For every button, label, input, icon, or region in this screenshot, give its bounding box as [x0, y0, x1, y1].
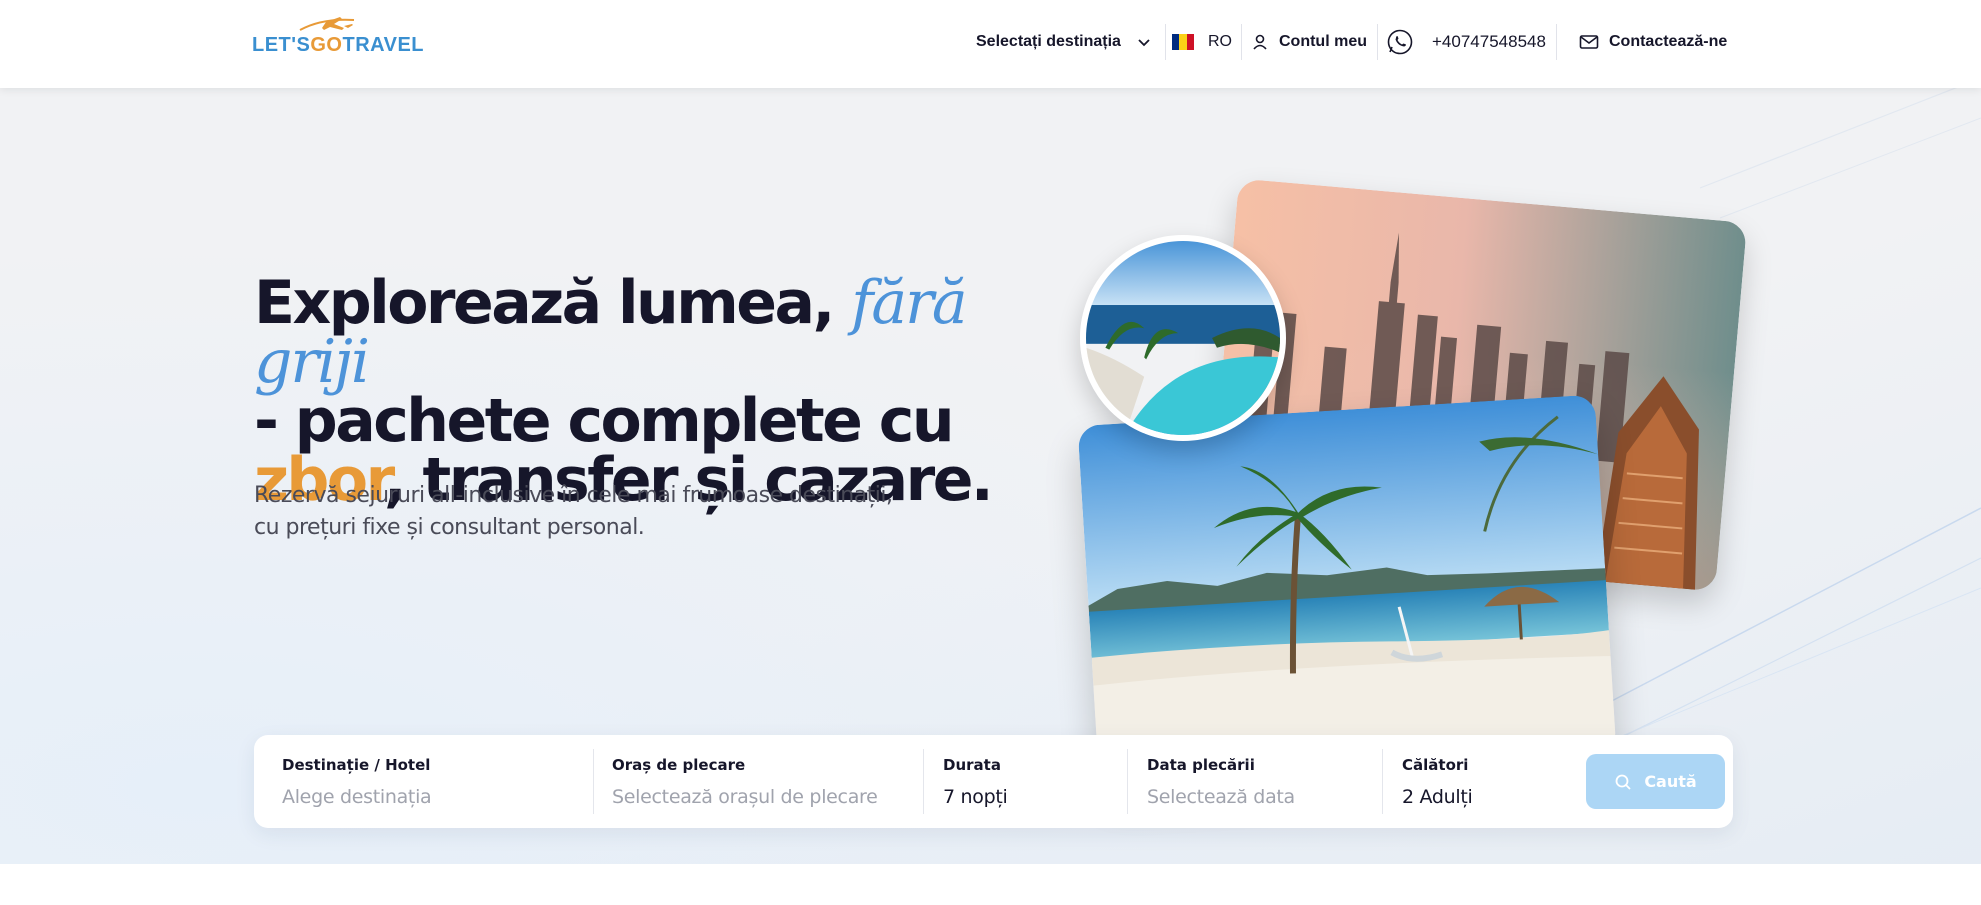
destination-select-label: Selectați destinația [976, 33, 1121, 50]
logo[interactable]: LET'SGOTRAVEL [252, 16, 424, 58]
departure-city-label: Oraș de plecare [612, 756, 746, 774]
divider [593, 749, 594, 814]
contact-label: Contactează-ne [1609, 33, 1728, 50]
departure-city-field[interactable]: Oraș de plecare Selectează orașul de ple… [612, 735, 912, 828]
beach-image [1077, 394, 1617, 786]
logo-text: LET'SGOTRAVEL [252, 34, 425, 56]
divider [1127, 749, 1128, 814]
chevron-down-icon [1138, 39, 1150, 47]
divider [1382, 749, 1383, 814]
account-link[interactable]: Contul meu [1241, 0, 1378, 84]
mail-icon [1579, 35, 1599, 49]
hero-subtitle: Rezervă sejururi all-inclusive în cele m… [254, 483, 893, 540]
duration-label: Durata [943, 756, 1001, 774]
destination-select[interactable]: Selectați destinația [976, 0, 1166, 84]
departure-city-input[interactable]: Selectează orașul de plecare [612, 786, 912, 808]
duration-select[interactable]: 7 nopți [943, 786, 1123, 808]
destination-field[interactable]: Destinație / Hotel Alege destinația [282, 735, 582, 828]
phone-number: +40747548548 [1432, 32, 1546, 51]
site-header: LET'SGOTRAVEL Selectați destinația RO Co… [0, 0, 1981, 88]
travelers-label: Călători [1402, 756, 1469, 774]
phone-link[interactable]: +40747548548 [1376, 0, 1557, 84]
language-selector[interactable]: RO [1163, 0, 1242, 84]
divider [923, 749, 924, 814]
resort-pool-image [1080, 235, 1286, 441]
language-label: RO [1208, 33, 1232, 50]
search-icon [1615, 774, 1631, 790]
departure-date-field[interactable]: Data plecării Selectează data [1147, 735, 1377, 828]
hero-headline: Explorează lumea, fără griji - pachete c… [254, 273, 1014, 510]
account-label: Contul meu [1279, 33, 1367, 50]
destination-input[interactable]: Alege destinația [282, 786, 582, 808]
duration-field[interactable]: Durata 7 nopți [943, 735, 1123, 828]
romania-flag-icon [1172, 34, 1194, 50]
travelers-field[interactable]: Călători 2 Adulți [1402, 735, 1572, 828]
search-button[interactable]: Caută [1586, 754, 1725, 809]
search-button-label: Caută [1644, 772, 1697, 791]
search-bar: Destinație / Hotel Alege destinația Oraș… [254, 735, 1733, 828]
user-icon [1253, 34, 1267, 50]
departure-date-label: Data plecării [1147, 756, 1255, 774]
divider [1555, 24, 1557, 60]
departure-date-input[interactable]: Selectează data [1147, 786, 1377, 808]
travelers-select[interactable]: 2 Adulți [1402, 786, 1572, 808]
destination-label: Destinație / Hotel [282, 756, 431, 774]
whatsapp-icon [1387, 29, 1413, 55]
contact-link[interactable]: Contactează-ne [1561, 0, 1727, 84]
